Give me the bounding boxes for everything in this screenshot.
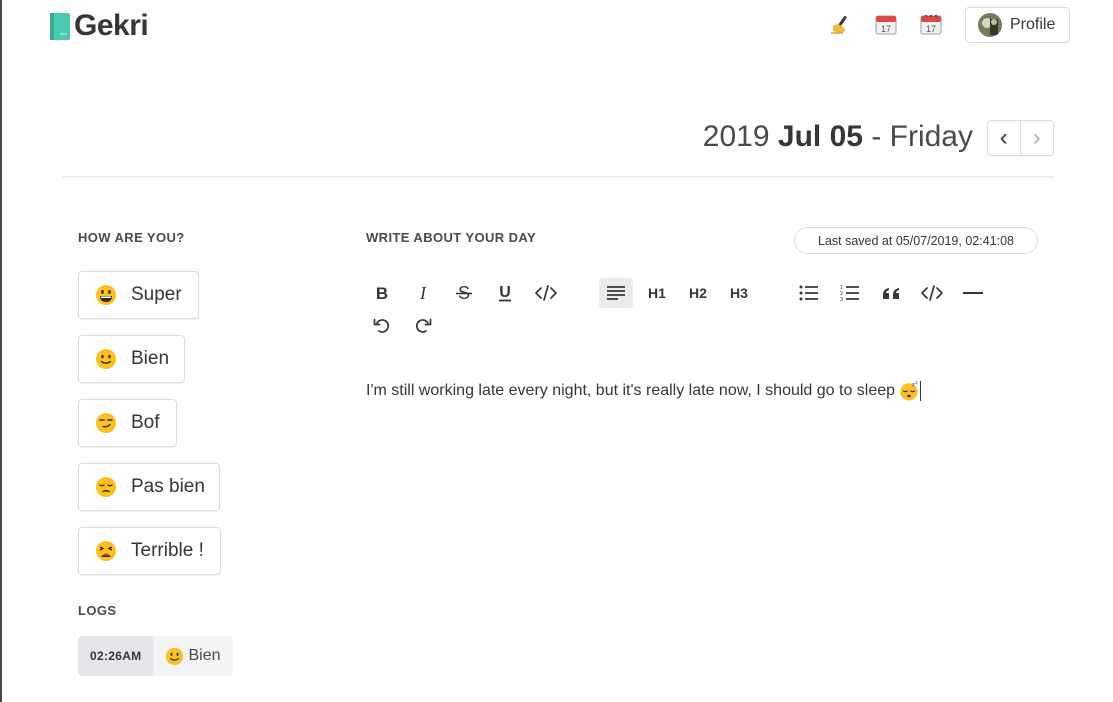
logs-heading: LOGS xyxy=(78,603,117,618)
date-heading: 2019 Jul 05 - Friday xyxy=(703,120,973,154)
date-navigation: ‹ › xyxy=(987,120,1054,156)
underline-button[interactable]: U xyxy=(488,278,522,308)
italic-icon: I xyxy=(419,285,427,301)
bullet-list-icon xyxy=(799,285,818,301)
last-saved-badge: Last saved at 05/07/2019, 02:41:08 xyxy=(794,227,1038,254)
horizontal-rule-button[interactable] xyxy=(956,278,990,308)
profile-label: Profile xyxy=(1010,16,1056,33)
quote-icon xyxy=(883,288,899,299)
log-entry[interactable]: 02:26AM Bien xyxy=(78,636,233,676)
previous-day-button[interactable]: ‹ xyxy=(987,120,1021,156)
writing-hand-icon[interactable] xyxy=(829,12,853,36)
next-day-button[interactable]: › xyxy=(1020,120,1054,156)
undo-button[interactable] xyxy=(365,310,399,340)
code-icon xyxy=(535,285,557,301)
ordered-list-button[interactable]: 1 2 3 xyxy=(833,278,867,308)
window-edge xyxy=(0,0,2,702)
sleeping-face-icon: z z xyxy=(900,381,918,401)
pensive-face-icon xyxy=(96,477,116,497)
svg-text:I: I xyxy=(419,285,427,301)
log-mood: Bien xyxy=(153,636,233,676)
svg-text:17: 17 xyxy=(881,24,891,34)
spiral-calendar-icon[interactable]: 17 xyxy=(919,12,943,36)
svg-text:17: 17 xyxy=(926,24,936,34)
bullet-list-button[interactable] xyxy=(792,278,826,308)
bold-icon: B xyxy=(376,285,388,301)
mood-label: Bien xyxy=(131,348,170,369)
paragraph-icon xyxy=(607,286,625,300)
heading-2-button[interactable]: H2 xyxy=(681,278,715,308)
brand[interactable]: Gekri xyxy=(50,9,149,42)
bold-button[interactable]: B xyxy=(365,278,399,308)
undo-icon xyxy=(373,318,390,333)
divider xyxy=(62,176,1054,178)
redo-button[interactable] xyxy=(406,310,440,340)
code-block-icon xyxy=(921,285,943,301)
svg-text:z: z xyxy=(912,381,915,388)
log-time: 02:26AM xyxy=(78,636,154,676)
svg-text:3: 3 xyxy=(840,297,843,302)
redo-icon xyxy=(415,318,432,333)
strikethrough-icon: S xyxy=(456,284,472,302)
heading-3-button[interactable]: H3 xyxy=(722,278,756,308)
slightly-smiling-face-icon xyxy=(166,647,184,665)
mood-button-bien[interactable]: Bien xyxy=(78,335,185,383)
text-cursor xyxy=(920,381,922,401)
weary-face-icon xyxy=(96,541,116,561)
date-year: 2019 xyxy=(702,120,770,153)
slightly-smiling-face-icon xyxy=(96,349,116,369)
log-mood-label: Bien xyxy=(188,647,221,664)
ordered-list-icon: 1 2 3 xyxy=(840,285,859,302)
avatar xyxy=(978,13,1002,37)
strikethrough-button[interactable]: S xyxy=(447,278,481,308)
mood-label: Super xyxy=(131,284,182,305)
journal-editor[interactable]: I'm still working late every night, but … xyxy=(366,376,1056,406)
mood-label: Terrible ! xyxy=(131,540,204,561)
svg-text:U: U xyxy=(499,284,511,301)
blockquote-button[interactable] xyxy=(874,278,908,308)
code-block-button[interactable] xyxy=(915,278,949,308)
mood-button-pas-bien[interactable]: Pas bien xyxy=(78,463,220,511)
heading-1-button[interactable]: H1 xyxy=(640,278,674,308)
italic-button[interactable]: I xyxy=(406,278,440,308)
mood-button-terrible[interactable]: Terrible ! xyxy=(78,527,221,575)
notebook-logo-icon xyxy=(50,12,70,40)
profile-button[interactable]: Profile xyxy=(965,7,1070,43)
code-button[interactable] xyxy=(529,278,563,308)
date-weekday: Friday xyxy=(889,120,973,153)
editor-text: I'm still working late every night, but … xyxy=(366,382,896,399)
grinning-face-icon xyxy=(96,285,116,305)
date-separator: - xyxy=(871,120,882,153)
svg-text:B: B xyxy=(376,285,388,301)
mood-button-bof[interactable]: Bof xyxy=(78,399,177,447)
date-monthday: Jul 05 xyxy=(777,120,863,153)
smirking-face-icon xyxy=(96,413,116,433)
mood-heading: HOW ARE YOU? xyxy=(78,230,185,245)
underline-icon: U xyxy=(499,284,511,302)
editor-heading: WRITE ABOUT YOUR DAY xyxy=(366,230,537,245)
calendar-icon[interactable]: 17 xyxy=(874,12,898,36)
mood-button-super[interactable]: Super xyxy=(78,271,199,319)
app-name: Gekri xyxy=(74,9,149,42)
mood-label: Bof xyxy=(131,412,160,433)
mood-label: Pas bien xyxy=(131,476,205,497)
svg-text:z: z xyxy=(915,381,918,385)
horizontal-rule-icon xyxy=(963,292,983,294)
paragraph-button[interactable] xyxy=(599,278,633,308)
